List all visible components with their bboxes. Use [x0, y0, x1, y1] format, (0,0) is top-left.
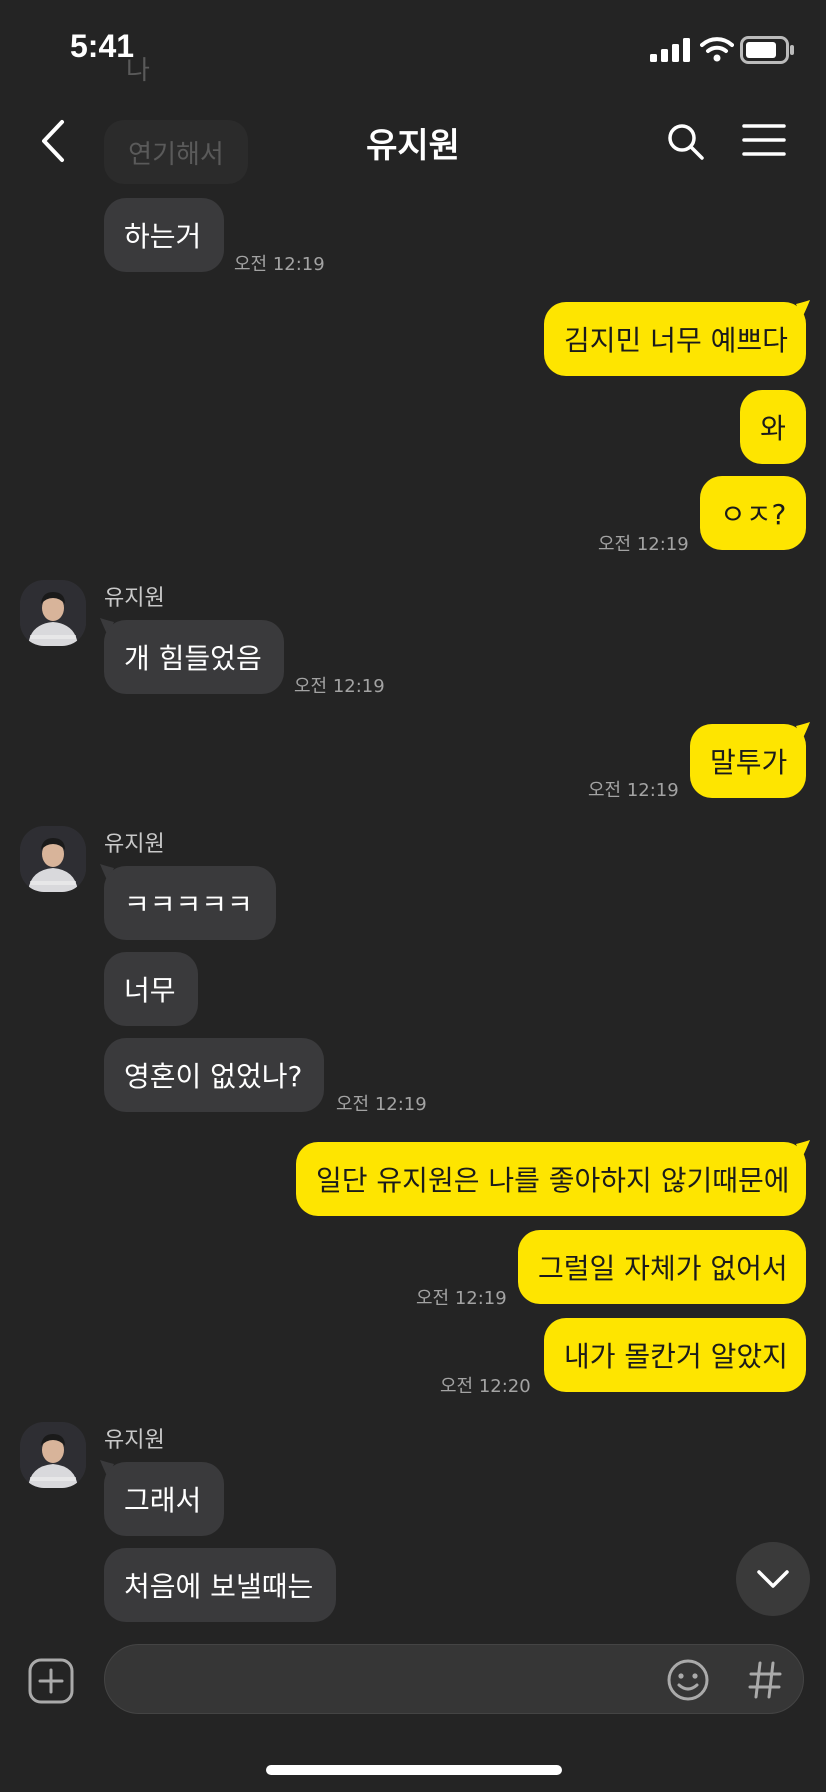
bubble-tail	[796, 722, 810, 740]
message-timestamp: 오전 12:19	[336, 1094, 427, 1115]
incoming-message[interactable]: 처음에 보낼때는	[104, 1548, 336, 1622]
home-indicator[interactable]	[266, 1765, 562, 1775]
wifi-icon	[700, 37, 734, 62]
message-timestamp: 오전 12:19	[416, 1288, 507, 1309]
incoming-message[interactable]: 그래서	[104, 1462, 224, 1536]
outgoing-message[interactable]: 내가 몰칸거 알았지	[544, 1318, 806, 1392]
avatar[interactable]	[20, 826, 86, 892]
avatar[interactable]	[20, 1422, 86, 1488]
outgoing-message[interactable]: ㅇㅈ?	[700, 476, 806, 550]
sender-name: 유지원	[104, 832, 165, 857]
outgoing-message[interactable]: 말투가	[690, 724, 806, 798]
incoming-message[interactable]: 너무	[104, 952, 198, 1026]
status-time: 5:41	[70, 28, 135, 64]
signal-icon	[650, 38, 690, 62]
bubble-tail	[796, 1140, 810, 1158]
incoming-message[interactable]: 개 힘들었음	[104, 620, 284, 694]
incoming-message[interactable]: 영혼이 없었나?	[104, 1038, 324, 1112]
emoji-icon[interactable]	[666, 1658, 710, 1702]
scroll-to-bottom-button[interactable]	[736, 1542, 810, 1616]
message-text: 하는거	[124, 220, 202, 253]
sender-name: 유지원	[104, 586, 165, 611]
profile-photo-icon	[20, 826, 86, 892]
message-text: 말투가	[710, 746, 788, 779]
outgoing-message[interactable]: 와	[740, 390, 806, 464]
outgoing-message[interactable]: 그럴일 자체가 없어서	[518, 1230, 806, 1304]
message-text: ㅇㅈ?	[720, 498, 787, 531]
message-text: 너무	[124, 974, 176, 1007]
incoming-message[interactable]: ㅋㅋㅋㅋㅋ	[104, 866, 276, 940]
message-text: 내가 몰칸거 알았지	[564, 1340, 788, 1373]
plus-square-icon[interactable]	[28, 1658, 74, 1704]
message-timestamp: 오전 12:20	[440, 1376, 531, 1397]
outgoing-message[interactable]: 김지민 너무 예쁘다	[544, 302, 806, 376]
message-timestamp: 오전 12:19	[598, 534, 689, 555]
bubble-tail	[796, 300, 810, 318]
message-text: 그럴일 자체가 없어서	[538, 1252, 788, 1285]
hamburger-menu-icon[interactable]	[742, 122, 786, 158]
profile-photo-icon	[20, 1422, 86, 1488]
message-text: 김지민 너무 예쁘다	[564, 324, 788, 357]
sender-name: 유지원	[104, 1428, 165, 1453]
avatar[interactable]	[20, 580, 86, 646]
incoming-message[interactable]: 하는거	[104, 198, 224, 272]
message-text: ㅋㅋㅋㅋㅋ	[124, 888, 253, 921]
outgoing-message[interactable]: 일단 유지원은 나를 좋아하지 않기때문에	[296, 1142, 806, 1216]
battery-icon	[740, 36, 794, 64]
message-timestamp: 오전 12:19	[588, 780, 679, 801]
message-text: 와	[760, 412, 786, 445]
message-text: 처음에 보낼때는	[124, 1570, 314, 1603]
message-text: 영혼이 없었나?	[124, 1060, 303, 1093]
message-text: 일단 유지원은 나를 좋아하지 않기때문에	[316, 1164, 790, 1197]
ghost-previous-message: 나	[126, 56, 150, 86]
message-text: 개 힘들었음	[124, 642, 262, 675]
chevron-down-icon	[757, 1570, 789, 1588]
message-text: 그래서	[124, 1484, 202, 1517]
search-icon[interactable]	[666, 122, 706, 162]
message-timestamp: 오전 12:19	[234, 254, 325, 275]
profile-photo-icon	[20, 580, 86, 646]
message-timestamp: 오전 12:19	[294, 676, 385, 697]
hashtag-icon[interactable]	[748, 1660, 782, 1700]
